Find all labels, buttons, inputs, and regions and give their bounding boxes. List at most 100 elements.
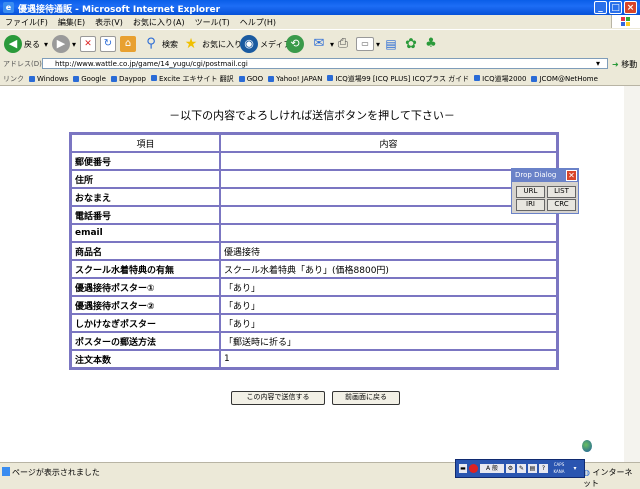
address-input[interactable]: http://www.wattle.co.jp/game/14_yugu/cgi… [42, 58, 608, 69]
forward-button[interactable]: ▶ ▾ [52, 34, 76, 54]
url-button[interactable]: URL [516, 186, 545, 198]
ime-menu-icon[interactable]: ▬ [459, 464, 467, 473]
maximize-button[interactable]: □ [609, 1, 622, 14]
submit-button[interactable]: この内容で送信する [231, 391, 325, 405]
caps-indicator: CAPS [553, 462, 565, 467]
link-item[interactable]: Windows [27, 73, 71, 83]
help-icon[interactable]: ? [539, 464, 548, 473]
discuss-button[interactable]: ▤ [382, 34, 402, 54]
table-row: おなまえ [71, 188, 557, 206]
link-item[interactable]: GOO [237, 73, 266, 83]
ime-mode[interactable]: A 般 [480, 464, 504, 473]
row-value [220, 152, 557, 170]
mail-button[interactable]: ✉ ▾ [310, 34, 334, 54]
print-button[interactable]: ⎙ [334, 34, 354, 54]
row-label: 注文本数 [71, 350, 220, 368]
table-row: 商品名 優遇接待 [71, 242, 557, 260]
zone-indicator: ◍ インターネット [583, 467, 640, 489]
address-label: アドレス(D) [3, 60, 42, 68]
menu-edit[interactable]: 編集(E) [53, 15, 90, 28]
edit-button[interactable]: ▭ ▾ [356, 34, 380, 54]
link-item[interactable]: Excite エキサイト 翻訳 [149, 72, 237, 84]
search-button[interactable]: ⚲ 検索 [142, 34, 178, 54]
row-value: 「郵送時に折る」 [220, 332, 557, 350]
back-to-previous-button[interactable]: 前画面に戻る [332, 391, 400, 405]
menu-help[interactable]: ヘルプ(H) [235, 15, 281, 28]
media-icon: ◉ [240, 35, 258, 53]
ime-dictionary-icon[interactable]: ▤ [528, 464, 537, 473]
url-text: http://www.wattle.co.jp/game/14_yugu/cgi… [55, 60, 248, 68]
row-label: 電話番号 [71, 206, 220, 224]
mail-icon: ✉ [313, 36, 325, 51]
messenger-button[interactable]: ♣ [422, 34, 442, 54]
table-row: 注文本数 1 [71, 350, 557, 368]
icq-button[interactable]: ✿ [402, 34, 422, 54]
stop-button[interactable]: ✕ [80, 34, 98, 54]
stop-icon: ✕ [80, 36, 96, 52]
go-arrow-icon: ➜ [612, 60, 619, 69]
row-label: 住所 [71, 170, 220, 188]
close-icon[interactable]: ✕ [566, 170, 577, 181]
row-value: 1 [220, 350, 557, 368]
chevron-down-icon[interactable]: ▾ [596, 59, 600, 68]
table-row: 優遇接待ポスター① 「あり」 [71, 278, 557, 296]
title-bar: e 優遇接待通販 - Microsoft Internet Explorer _… [0, 0, 640, 15]
link-item[interactable]: Google [71, 73, 109, 83]
links-bar: リンク Windows Google Daypop Excite エキサイト 翻訳 GOO… [0, 72, 640, 86]
row-value: スクール水着特典「あり」(価格8800円) [220, 260, 557, 278]
favorites-button[interactable]: ★ お気に入り [182, 34, 242, 54]
link-item[interactable]: Yahoo! JAPAN [266, 73, 325, 83]
row-label: 優遇接待ポスター① [71, 278, 220, 296]
ime-pad-icon[interactable]: ✎ [517, 464, 526, 473]
menu-tools[interactable]: ツール(T) [190, 15, 235, 28]
chevron-down-icon[interactable]: ▾ [72, 40, 76, 49]
history-button[interactable]: ⟲ [286, 34, 306, 54]
ime-toolbar[interactable]: ▬ A 般 ⚙ ✎ ▤ ? CAPS KANA ▾ [455, 459, 585, 478]
refresh-icon: ↻ [100, 36, 116, 52]
menu-favorites[interactable]: お気に入り(A) [128, 15, 190, 28]
forward-arrow-icon: ▶ [52, 35, 70, 53]
go-button[interactable]: ➜ 移動 [612, 59, 637, 70]
media-button[interactable]: ◉ メディア [240, 34, 291, 54]
list-button[interactable]: LIST [547, 186, 576, 198]
home-icon: ⌂ [120, 36, 136, 52]
link-item[interactable]: ICQ道場2000 [472, 72, 529, 84]
page-heading: －以下の内容でよろしければ送信ボタンを押して下さい－ [169, 109, 455, 122]
links-label: リンク [3, 75, 24, 83]
refresh-button[interactable]: ↻ [100, 34, 118, 54]
row-label: 商品名 [71, 242, 220, 260]
crc-button[interactable]: CRC [547, 199, 576, 211]
menu-view[interactable]: 表示(V) [90, 15, 128, 28]
discuss-icon: ▤ [385, 37, 397, 51]
vertical-scrollbar[interactable] [624, 86, 640, 462]
row-label: ポスターの郵送方法 [71, 332, 220, 350]
messenger-icon: ♣ [425, 36, 437, 51]
address-bar: アドレス(D) http://www.wattle.co.jp/game/14_… [0, 57, 640, 71]
link-item[interactable]: JCOM@NetHome [529, 73, 600, 83]
home-button[interactable]: ⌂ [120, 34, 138, 54]
row-value: 優遇接待 [220, 242, 557, 260]
edit-icon: ▭ [356, 37, 374, 51]
row-label: おなまえ [71, 188, 220, 206]
chevron-down-icon[interactable]: ▾ [44, 40, 48, 49]
back-button[interactable]: ◀ 戻る ▾ [4, 34, 48, 54]
minimize-button[interactable]: _ [594, 1, 607, 14]
ie-icon: e [3, 2, 14, 13]
row-value: 「あり」 [220, 314, 557, 332]
link-item[interactable]: Daypop [109, 73, 149, 83]
close-button[interactable]: × [624, 1, 637, 14]
chevron-down-icon[interactable]: ▾ [570, 464, 580, 473]
confirmation-table: 項目 内容 郵便番号 住所 おなまえ 電話番号 email 商品名 優遇接待 スク… [69, 132, 559, 370]
row-value [220, 224, 557, 242]
row-value [220, 206, 557, 224]
link-item[interactable]: ICQ道場99 [ICQ PLUS] ICQプラス ガイド [325, 72, 472, 84]
drop-dialog[interactable]: Drop Dialog ✕ URL LIST IRI CRC [511, 168, 579, 214]
menu-file[interactable]: ファイル(F) [0, 15, 53, 28]
icq-flower-icon: ✿ [405, 36, 417, 52]
toolbar: ◀ 戻る ▾ ▶ ▾ ✕ ↻ ⌂ ⚲ 検索 ★ お気に入り ◉ メディア ⟲ ✉… [0, 29, 640, 58]
row-value [220, 188, 557, 206]
ime-tool-icon[interactable]: ⚙ [506, 464, 515, 473]
iri-button[interactable]: IRI [516, 199, 545, 211]
page-icon [2, 467, 10, 476]
chevron-down-icon[interactable]: ▾ [376, 40, 380, 49]
